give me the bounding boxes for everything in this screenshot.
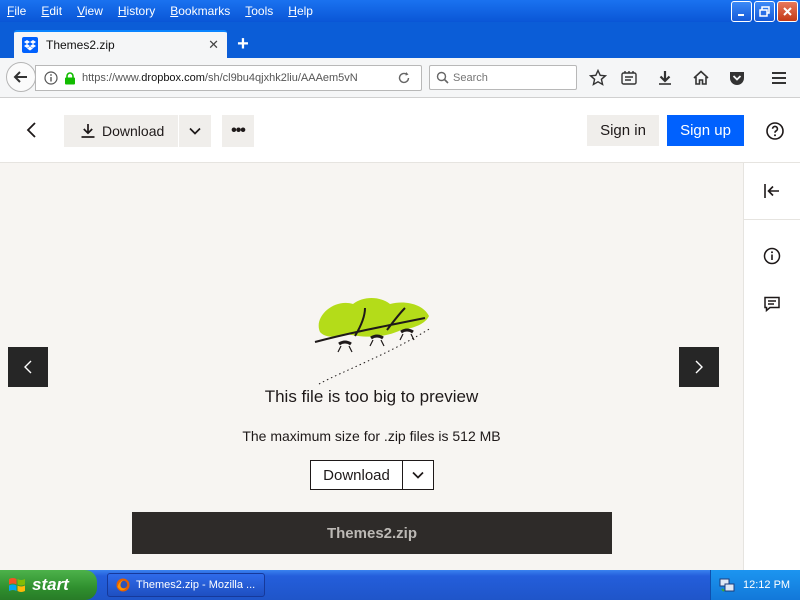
- search-input[interactable]: [453, 71, 563, 84]
- arrow-left-icon: [13, 71, 27, 83]
- next-file-button[interactable]: [679, 347, 719, 387]
- restore-button[interactable]: [754, 1, 775, 22]
- pocket-icon[interactable]: [727, 68, 747, 88]
- restore-icon: [759, 6, 770, 17]
- menu-history[interactable]: History: [111, 0, 162, 22]
- preview-download-split-button: Download: [310, 460, 434, 490]
- menu-help[interactable]: Help: [281, 0, 320, 22]
- minimize-icon: [738, 14, 744, 16]
- download-split-button: Download: [64, 115, 212, 147]
- tab-themes2[interactable]: Themes2.zip ✕: [14, 30, 227, 58]
- network-icon[interactable]: [719, 577, 735, 593]
- tab-strip: Themes2.zip ✕ +: [0, 22, 800, 58]
- menu-edit[interactable]: Edit: [34, 0, 69, 22]
- minimize-button[interactable]: [731, 1, 752, 22]
- too-big-message: This file is too big to preview: [264, 387, 479, 406]
- download-button[interactable]: Download: [64, 115, 180, 147]
- search-icon: [436, 71, 449, 84]
- side-panel-divider: [744, 219, 800, 220]
- taskbar: start Themes2.zip - Mozilla ... 12:12 PM: [0, 570, 800, 600]
- lock-icon[interactable]: [64, 71, 76, 85]
- search-box[interactable]: [429, 65, 577, 90]
- previous-file-button[interactable]: [8, 347, 48, 387]
- menu-view[interactable]: View: [70, 0, 110, 22]
- preview-download-options-button[interactable]: [403, 461, 433, 489]
- close-window-button[interactable]: [777, 1, 798, 22]
- reload-icon[interactable]: [397, 71, 411, 85]
- start-label: start: [32, 575, 69, 594]
- info-icon[interactable]: [44, 71, 58, 85]
- download-icon: [81, 124, 95, 138]
- hamburger-menu-icon[interactable]: [769, 68, 789, 88]
- window-controls: [731, 1, 798, 22]
- download-options-button[interactable]: [179, 115, 212, 147]
- bookmark-star-icon[interactable]: [588, 68, 608, 88]
- clock: 12:12 PM: [743, 579, 791, 591]
- file-info-icon[interactable]: [763, 247, 781, 265]
- back-button[interactable]: [6, 62, 36, 92]
- preview-download-button[interactable]: Download: [311, 461, 403, 489]
- sign-up-button[interactable]: Sign up: [667, 115, 744, 146]
- start-button[interactable]: start: [0, 570, 97, 600]
- back-arrow-button[interactable]: [20, 118, 44, 142]
- library-icon[interactable]: [619, 68, 639, 88]
- collapse-panel-icon[interactable]: [762, 181, 782, 201]
- ants-carrying-leaf-illustration: [314, 298, 432, 385]
- close-icon: [783, 7, 792, 16]
- windows-logo-icon: [9, 578, 25, 592]
- navigation-bar: https://www.dropbox.com/sh/cl9bu4qjxhk2l…: [0, 58, 800, 98]
- menu-bar: File Edit View History Bookmarks Tools H…: [0, 0, 800, 22]
- file-name-bar: Themes2.zip: [132, 512, 612, 554]
- help-icon[interactable]: [765, 121, 785, 141]
- chevron-left-icon: [26, 122, 36, 138]
- download-arrow-icon[interactable]: [655, 68, 675, 88]
- tab-title: Themes2.zip: [46, 38, 115, 52]
- chevron-right-icon: [695, 360, 703, 374]
- sign-in-button[interactable]: Sign in: [587, 115, 659, 146]
- chevron-down-icon: [412, 471, 424, 479]
- download-label: Download: [102, 123, 165, 139]
- taskbar-item-label: Themes2.zip - Mozilla ...: [136, 579, 256, 591]
- max-size-message: The maximum size for .zip files is 512 M…: [242, 428, 501, 444]
- dropbox-preview-page: Download ••• Sign in Sign up This file i…: [0, 98, 800, 570]
- menu-tools[interactable]: Tools: [238, 0, 280, 22]
- firefox-icon: [116, 578, 130, 592]
- dropbox-header: Download ••• Sign in Sign up: [0, 98, 800, 163]
- side-panel: [743, 163, 800, 570]
- menu-file[interactable]: File: [0, 0, 33, 22]
- url-bar[interactable]: https://www.dropbox.com/sh/cl9bu4qjxhk2l…: [35, 65, 422, 91]
- home-icon[interactable]: [691, 68, 711, 88]
- more-actions-button[interactable]: •••: [222, 115, 254, 147]
- comment-icon[interactable]: [763, 295, 781, 313]
- new-tab-button[interactable]: +: [232, 32, 254, 56]
- url-text: https://www.dropbox.com/sh/cl9bu4qjxhk2l…: [82, 72, 358, 84]
- menu-bookmarks[interactable]: Bookmarks: [163, 0, 237, 22]
- dropbox-favicon-icon: [22, 37, 38, 53]
- chevron-left-icon: [24, 360, 32, 374]
- taskbar-firefox-item[interactable]: Themes2.zip - Mozilla ...: [107, 573, 265, 597]
- system-tray: 12:12 PM: [710, 570, 800, 600]
- tab-close-icon[interactable]: ✕: [208, 37, 219, 53]
- chevron-down-icon: [189, 127, 201, 135]
